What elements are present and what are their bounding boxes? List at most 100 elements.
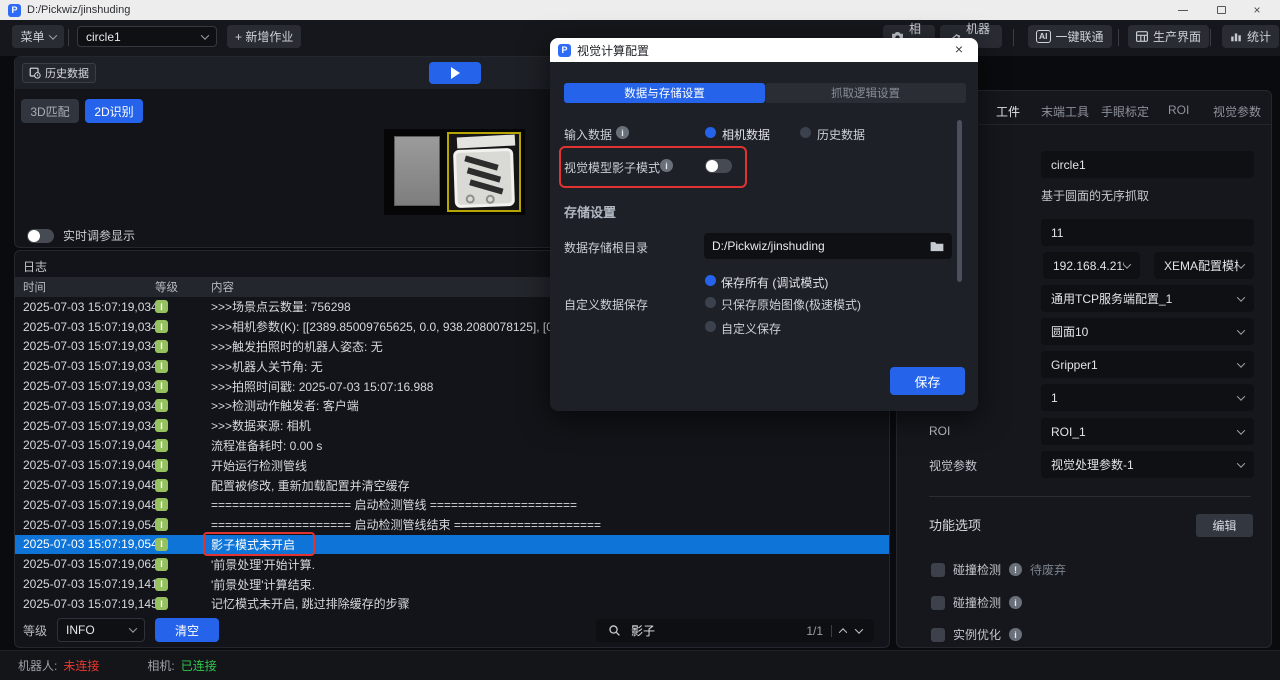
collision-check-checkbox-2[interactable]	[931, 596, 945, 610]
tab-roi[interactable]: ROI	[1168, 103, 1189, 117]
gripper-select[interactable]: Gripper1	[1041, 351, 1254, 378]
edit-features-button[interactable]: 编辑	[1196, 514, 1253, 537]
radio-save-all[interactable]	[705, 275, 716, 286]
info-level-icon: I	[155, 399, 168, 412]
info-icon: i	[616, 126, 629, 139]
input-data-label: 输入数据	[564, 126, 612, 143]
preview-bin-edge	[457, 134, 515, 148]
add-job-button[interactable]: + 新增作业	[227, 25, 301, 48]
root-dir-input[interactable]: D:/Pickwiz/jinshuding	[704, 233, 952, 259]
save-button[interactable]: 保存	[890, 367, 965, 395]
tab-end-tool[interactable]: 末端工具	[1041, 103, 1089, 120]
info-level-icon: I	[155, 380, 168, 393]
toggle-knob	[706, 160, 718, 172]
dialog-close-button[interactable]: ×	[950, 41, 968, 57]
vision-params-select[interactable]: 视觉处理参数-1	[1041, 451, 1254, 478]
root-dir-value: D:/Pickwiz/jinshuding	[712, 239, 825, 253]
toolbar-divider	[68, 29, 69, 46]
tab-hand-eye-calib[interactable]: 手眼标定	[1101, 103, 1149, 120]
vision-params-label: 视觉参数	[929, 457, 977, 474]
log-row[interactable]: 2025-07-03 15:07:19,048I配置被修改, 重新加载配置并清空…	[15, 475, 889, 495]
log-time: 2025-07-03 15:07:19,034	[15, 399, 155, 413]
log-content: 影子模式未开启	[211, 536, 889, 553]
tab-grasp-logic[interactable]: 抓取逻辑设置	[765, 83, 966, 103]
dialog-scrollbar[interactable]	[957, 120, 962, 282]
stats-label: 统计	[1247, 28, 1271, 45]
log-time: 2025-07-03 15:07:19,145	[15, 597, 155, 611]
workpiece-name-input[interactable]: circle1	[1041, 151, 1254, 178]
radio-history-data[interactable]	[800, 127, 811, 138]
log-row[interactable]: 2025-07-03 15:07:19,145I记忆模式未开启, 跳过排除缓存的…	[15, 594, 889, 614]
tab-data-storage[interactable]: 数据与存储设置	[564, 83, 765, 103]
search-value: 影子	[631, 622, 655, 639]
play-button[interactable]	[429, 62, 481, 84]
log-level: I	[155, 300, 211, 313]
realtime-toggle[interactable]	[27, 229, 54, 243]
tab-3d-match[interactable]: 3D匹配	[21, 99, 79, 123]
folder-icon[interactable]	[930, 240, 944, 252]
app-logo-icon: P	[8, 4, 21, 17]
log-time: 2025-07-03 15:07:19,046	[15, 458, 155, 472]
tab-vision-params[interactable]: 视觉参数	[1213, 103, 1261, 120]
log-time: 2025-07-03 15:07:19,062	[15, 557, 155, 571]
level-filter-select[interactable]: INFO	[57, 618, 145, 642]
log-row[interactable]: 2025-07-03 15:07:19,054I================…	[15, 515, 889, 535]
dialog-title-bar[interactable]: P 视觉计算配置 ×	[550, 38, 978, 62]
log-search-input[interactable]: 影子 1/1	[596, 619, 874, 642]
history-data-button[interactable]: 历史数据	[22, 63, 96, 83]
dialog-title: 视觉计算配置	[577, 42, 649, 59]
log-time: 2025-07-03 15:07:19,034	[15, 359, 155, 373]
menu-button[interactable]: 菜单	[12, 25, 64, 48]
collision-check-checkbox[interactable]	[931, 563, 945, 577]
maximize-button[interactable]	[1204, 0, 1238, 20]
warning-icon: !	[1009, 563, 1022, 576]
count-select[interactable]: 1	[1041, 384, 1254, 411]
production-view-button[interactable]: 生产界面	[1128, 25, 1209, 48]
camera-template-select[interactable]: XEMA配置模板-	[1154, 252, 1254, 279]
workpiece-number-input[interactable]: 11	[1041, 219, 1254, 246]
close-window-button[interactable]: ×	[1240, 0, 1274, 20]
log-content: '前景处理'计算结束.	[211, 576, 889, 593]
radio-camera-data[interactable]	[705, 127, 716, 138]
collision-check-label-2: 碰撞检测	[953, 594, 1001, 611]
job-select[interactable]: circle1	[77, 26, 217, 47]
shadow-mode-label: 视觉模型影子模式	[564, 159, 660, 176]
stats-button[interactable]: 统计	[1222, 25, 1279, 48]
circle-feature-select[interactable]: 圆面10	[1041, 318, 1254, 345]
minimize-button[interactable]	[1166, 0, 1200, 20]
search-next-button[interactable]	[855, 625, 863, 633]
info-level-icon: I	[155, 459, 168, 472]
log-row[interactable]: 2025-07-03 15:07:19,046I开始运行检测管线	[15, 455, 889, 475]
camera-ip-select[interactable]: 192.168.4.211	[1043, 252, 1140, 279]
col-content: 内容	[211, 279, 234, 295]
tab-2d-detect[interactable]: 2D识别	[85, 99, 143, 123]
camera-status-value: 已连接	[181, 657, 217, 674]
log-row[interactable]: 2025-07-03 15:07:19,048I================…	[15, 495, 889, 515]
log-row[interactable]: 2025-07-03 15:07:19,034I>>>数据来源: 相机	[15, 416, 889, 436]
search-prev-button[interactable]	[839, 628, 847, 636]
log-row[interactable]: 2025-07-03 15:07:19,141I'前景处理'计算结束.	[15, 574, 889, 594]
chevron-down-icon	[1237, 426, 1245, 434]
clear-log-button[interactable]: 清空	[155, 618, 219, 642]
log-row[interactable]: 2025-07-03 15:07:19,042I流程准备耗时: 0.00 s	[15, 436, 889, 456]
info-level-icon: I	[155, 340, 168, 353]
log-row[interactable]: 2025-07-03 15:07:19,062I'前景处理'开始计算.	[15, 554, 889, 574]
roi-select[interactable]: ROI_1	[1041, 418, 1254, 445]
tcp-config-select[interactable]: 通用TCP服务端配置_1	[1041, 285, 1254, 312]
tab-workpiece[interactable]: 工件	[996, 103, 1020, 120]
info-icon: i	[1009, 628, 1022, 641]
radio-save-raw-only[interactable]	[705, 297, 716, 308]
collision-check-row-deprecated: 碰撞检测 ! 待废弃	[931, 561, 1066, 578]
radio-custom-save[interactable]	[705, 321, 716, 332]
dialog-logo-icon: P	[558, 44, 571, 57]
window-title: D:/Pickwiz/jinshuding	[27, 4, 130, 16]
instance-optimize-checkbox[interactable]	[931, 628, 945, 642]
col-time: 时间	[15, 279, 155, 295]
chevron-down-icon	[129, 624, 137, 632]
camera-template-value: XEMA配置模板-	[1164, 257, 1238, 274]
ai-icon: AI	[1036, 30, 1051, 43]
shadow-mode-toggle[interactable]	[705, 159, 732, 173]
log-row[interactable]: 2025-07-03 15:07:19,054I影子模式未开启	[15, 535, 889, 555]
one-click-connect-button[interactable]: AI 一键联通	[1028, 25, 1112, 48]
log-time: 2025-07-03 15:07:19,048	[15, 498, 155, 512]
